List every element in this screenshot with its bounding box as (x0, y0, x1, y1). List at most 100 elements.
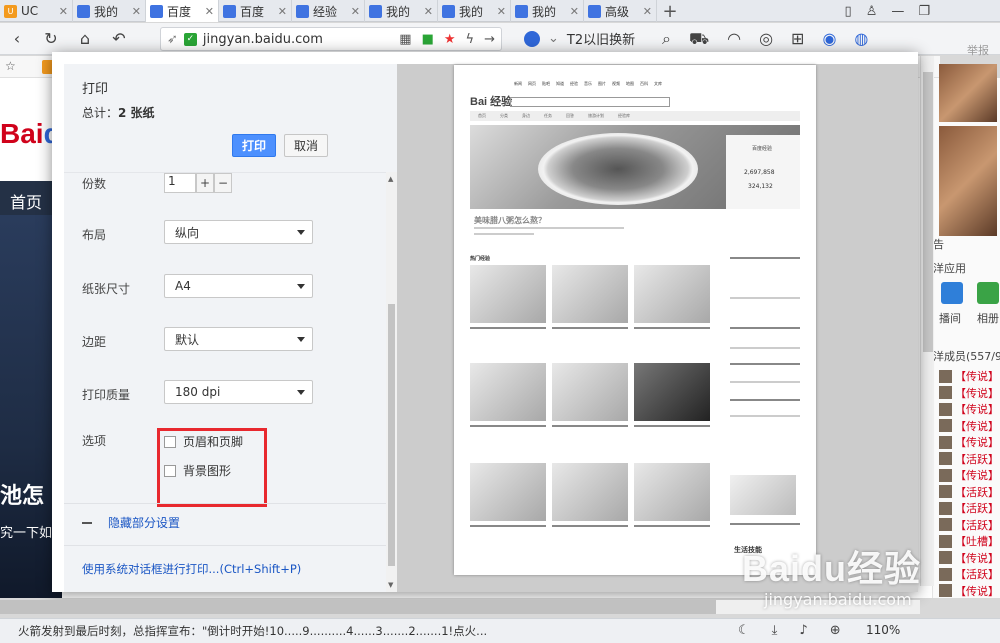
browser-tab[interactable]: 我的 ✕ (73, 0, 146, 22)
hide-settings-link[interactable]: 隐藏部分设置 (82, 514, 180, 531)
layout-select[interactable]: 纵向 (164, 220, 313, 244)
close-tab-icon[interactable]: ✕ (497, 5, 506, 18)
qr-icon[interactable]: ▦ (399, 32, 411, 47)
feed-row[interactable]: 【传说】 (939, 385, 999, 402)
preview-page[interactable]: 新闻 网页 贴吧 知道 经验 音乐 图片 视频 地图 百科 文库 Bai 经验 首页 分类 身边 任务 回答… (454, 65, 816, 575)
margins-select[interactable]: 默认 (164, 327, 313, 351)
live-app-icon[interactable] (941, 282, 963, 304)
preview-card (470, 463, 546, 521)
preview-card-caption (470, 327, 546, 329)
ad-thumbnail[interactable] (939, 64, 997, 122)
minimize-icon[interactable]: — (891, 4, 904, 19)
scroll-down-icon[interactable]: ▼ (388, 581, 395, 589)
preview-card-caption (634, 525, 710, 527)
search-box[interactable]: ⌄ T2以旧换新 (524, 29, 635, 48)
system-dialog-link[interactable]: 使用系统对话框进行打印...(Ctrl+Shift+P) (82, 561, 301, 577)
browser-tab-active[interactable]: 百度 ✕ (146, 0, 219, 22)
feed-row[interactable]: 【活跃】 (939, 484, 999, 501)
copies-input[interactable]: 1 (164, 173, 196, 193)
feed-row[interactable]: 【活跃】 (939, 451, 999, 468)
feed-row[interactable]: 【传说】 (939, 368, 999, 385)
night-mode-icon[interactable]: ☾ (738, 623, 750, 638)
zoom-level[interactable]: 110% (866, 623, 900, 637)
baidu-paw-icon (442, 4, 455, 18)
paper-size-select[interactable]: A4 (164, 274, 313, 298)
sound-icon[interactable]: ♪ (799, 623, 807, 638)
close-tab-icon[interactable]: ✕ (59, 5, 68, 18)
close-tab-icon[interactable]: ✕ (424, 5, 433, 18)
feed-row[interactable]: 【活跃】 (939, 500, 999, 517)
close-tab-icon[interactable]: ✕ (570, 5, 579, 18)
lightning-icon[interactable]: ϟ (466, 32, 475, 47)
horizontal-scrollbar-thumb[interactable] (0, 600, 716, 614)
chevron-down-icon: ⌄ (548, 31, 559, 46)
refresh-icon[interactable]: ↻ (34, 29, 68, 48)
cart-icon[interactable]: ⛟ (689, 29, 709, 50)
report-link[interactable]: 举报 (967, 42, 989, 58)
feed-row[interactable]: 【传说】 (939, 401, 999, 418)
close-tab-icon[interactable]: ✕ (278, 5, 287, 18)
scrollbar-thumb[interactable] (923, 72, 933, 352)
zoom-in-icon[interactable]: ⊕ (830, 623, 841, 638)
address-bar[interactable]: ➶ ✓ jingyan.baidu.com ▦ ■ ★ ϟ → (160, 27, 502, 51)
quality-select[interactable]: 180 dpi (164, 380, 313, 404)
sync-icon[interactable]: ◉ (822, 29, 836, 50)
download-icon[interactable]: ⤓ (772, 623, 778, 638)
browser-tab[interactable]: 我的 ✕ (438, 0, 511, 22)
close-tab-icon[interactable]: ✕ (351, 5, 360, 18)
preview-card-caption (552, 327, 628, 329)
lock-icon[interactable]: ■ (422, 32, 434, 47)
uc-icon: U (4, 4, 17, 18)
settings-scrollbar[interactable]: ▲ ▼ (386, 172, 397, 592)
decrement-button[interactable]: − (214, 173, 232, 193)
apps-icon[interactable]: ⊞ (791, 29, 804, 50)
avatar (939, 419, 952, 433)
bookmark-star-icon[interactable]: ☆ (5, 59, 16, 73)
search-icon[interactable]: ⌕ (662, 29, 671, 50)
close-tab-icon[interactable]: ✕ (132, 5, 141, 18)
scroll-up-icon[interactable]: ▲ (388, 175, 395, 183)
search-suggestion[interactable]: T2以旧换新 (567, 29, 635, 48)
feed-row[interactable]: 【传说】 (939, 434, 999, 451)
browser-tab[interactable]: 我的 ✕ (511, 0, 584, 22)
baidu-paw-icon (524, 30, 540, 47)
copies-stepper[interactable]: 1 + − (164, 173, 234, 193)
browser-tab[interactable]: 高级 ✕ (584, 0, 657, 22)
news-ticker[interactable]: 火箭发射到最后时刻，总指挥宣布："倒计时开始!10.....9.........… (0, 623, 487, 639)
pin-icon[interactable]: ▯ (845, 4, 852, 19)
scrollbar-thumb[interactable] (388, 304, 395, 566)
cancel-button[interactable]: 取消 (284, 134, 328, 157)
close-tab-icon[interactable]: ✕ (205, 5, 214, 18)
hero-title: 池怎 (0, 484, 45, 509)
browser-tab[interactable]: 经验 ✕ (292, 0, 365, 22)
print-button[interactable]: 打印 (232, 134, 276, 157)
feed-row[interactable]: 【传说】 (939, 418, 999, 435)
increment-button[interactable]: + (196, 173, 214, 193)
shirt-icon[interactable]: ♙ (866, 4, 878, 19)
print-settings-panel: 打印 总计：2 张纸 打印 取消 份数 1 + − 布局 纵向 纸张尺寸 A4 … (64, 64, 397, 592)
url-text[interactable]: jingyan.baidu.com (203, 32, 323, 47)
preview-hero: 百度经验 2,697,858 324,132 (470, 125, 800, 209)
forward-icon[interactable]: → (484, 32, 495, 47)
browser-tab[interactable]: 我的 ✕ (365, 0, 438, 22)
close-tab-icon[interactable]: ✕ (643, 5, 652, 18)
restore-icon[interactable]: ❐ (918, 4, 930, 19)
new-tab-button[interactable]: + (657, 0, 683, 22)
app-label-live[interactable]: 播间 (939, 310, 961, 326)
ad-thumbnail[interactable] (939, 126, 997, 236)
wifi-icon[interactable]: ◠ (727, 29, 741, 50)
browser-tab[interactable]: 百度 ✕ (219, 0, 292, 22)
feed-row[interactable]: 【活跃】 (939, 517, 999, 534)
undo-icon[interactable]: ↶ (102, 29, 136, 48)
feed-row[interactable]: 【传说】 (939, 467, 999, 484)
back-icon[interactable]: ‹ (0, 29, 34, 48)
page-scrollbar[interactable] (920, 56, 934, 586)
app-label-album[interactable]: 相册 (977, 310, 999, 326)
star-icon[interactable]: ★ (444, 32, 456, 47)
preview-card-caption (552, 525, 628, 527)
browser-tab[interactable]: U UC ✕ (0, 0, 73, 22)
album-app-icon[interactable] (977, 282, 999, 304)
home-icon[interactable]: ⌂ (68, 29, 102, 48)
shield-icon[interactable]: ◎ (759, 29, 773, 50)
compass-icon[interactable]: ◍ (854, 29, 868, 50)
